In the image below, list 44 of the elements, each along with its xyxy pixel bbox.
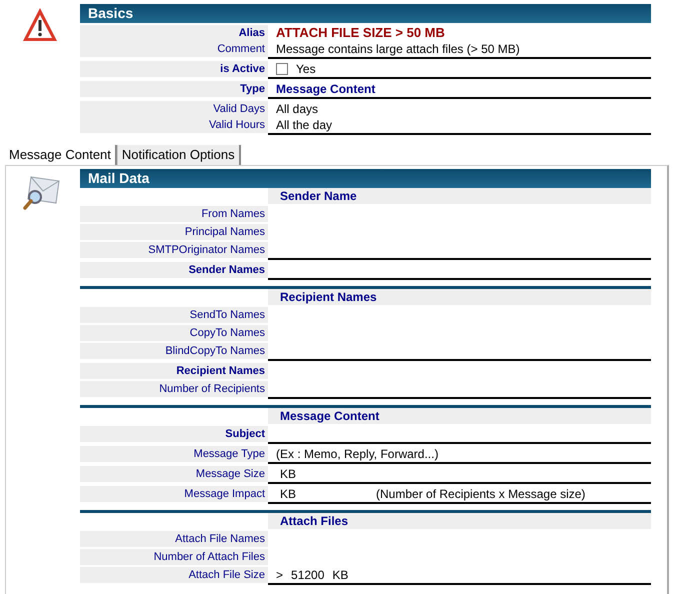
field-value: > — [276, 567, 284, 584]
field-label: Attach File Names — [80, 531, 268, 547]
tab[interactable]: Notification Options — [116, 145, 241, 165]
unit-text: KB — [280, 466, 296, 483]
unit-text: KB — [280, 486, 296, 503]
checkbox[interactable] — [276, 63, 288, 75]
field-label: Subject — [80, 426, 268, 442]
field-value: Message contains large attach files (> 50 MB) — [276, 41, 520, 58]
field-label: Recipient Names — [80, 363, 268, 379]
field-label: Attach File Size — [80, 567, 268, 583]
field-label: Principal Names — [80, 224, 268, 240]
field-label: Alias — [80, 25, 268, 41]
field-label: Message Size — [80, 466, 268, 482]
subsection-header: Attach Files — [268, 513, 651, 529]
field-label: BlindCopyTo Names — [80, 343, 268, 359]
alias-value: ATTACH FILE SIZE > 50 MB — [276, 24, 445, 42]
section-header: Mail Data — [80, 169, 651, 188]
subsection-header: Message Content — [268, 408, 651, 424]
field-value: 51200 — [291, 567, 324, 584]
field-value: KB — [332, 567, 348, 584]
field-label: Message Type — [80, 446, 268, 462]
field-label: From Names — [80, 206, 268, 222]
subsection-header: Recipient Names — [268, 289, 651, 305]
field-label: Comment — [80, 41, 268, 57]
field-value: (Ex : Memo, Reply, Forward...) — [276, 446, 438, 463]
field-label: SendTo Names — [80, 307, 268, 323]
field-value: All the day — [276, 117, 332, 134]
field-label: Sender Names — [80, 262, 268, 278]
type-value: Message Content — [276, 81, 376, 98]
warning-icon — [21, 6, 59, 44]
field-label: CopyTo Names — [80, 325, 268, 341]
hint-text: (Number of Recipients x Message size) — [376, 486, 586, 503]
subsection-header: Sender Name — [268, 188, 651, 204]
field-label: Valid Hours — [80, 117, 268, 133]
checkbox-label: Yes — [296, 61, 316, 78]
section-header: Basics — [80, 4, 651, 23]
field-label: Number of Attach Files — [80, 549, 268, 565]
field-label: is Active — [80, 61, 268, 77]
field-label: Number of Recipients — [80, 381, 268, 397]
field-label: SMTPOriginator Names — [80, 242, 268, 258]
field-label: Message Impact — [80, 486, 268, 502]
field-label: Type — [80, 81, 268, 97]
field-label: Valid Days — [80, 101, 268, 117]
field-value: All days — [276, 101, 318, 118]
